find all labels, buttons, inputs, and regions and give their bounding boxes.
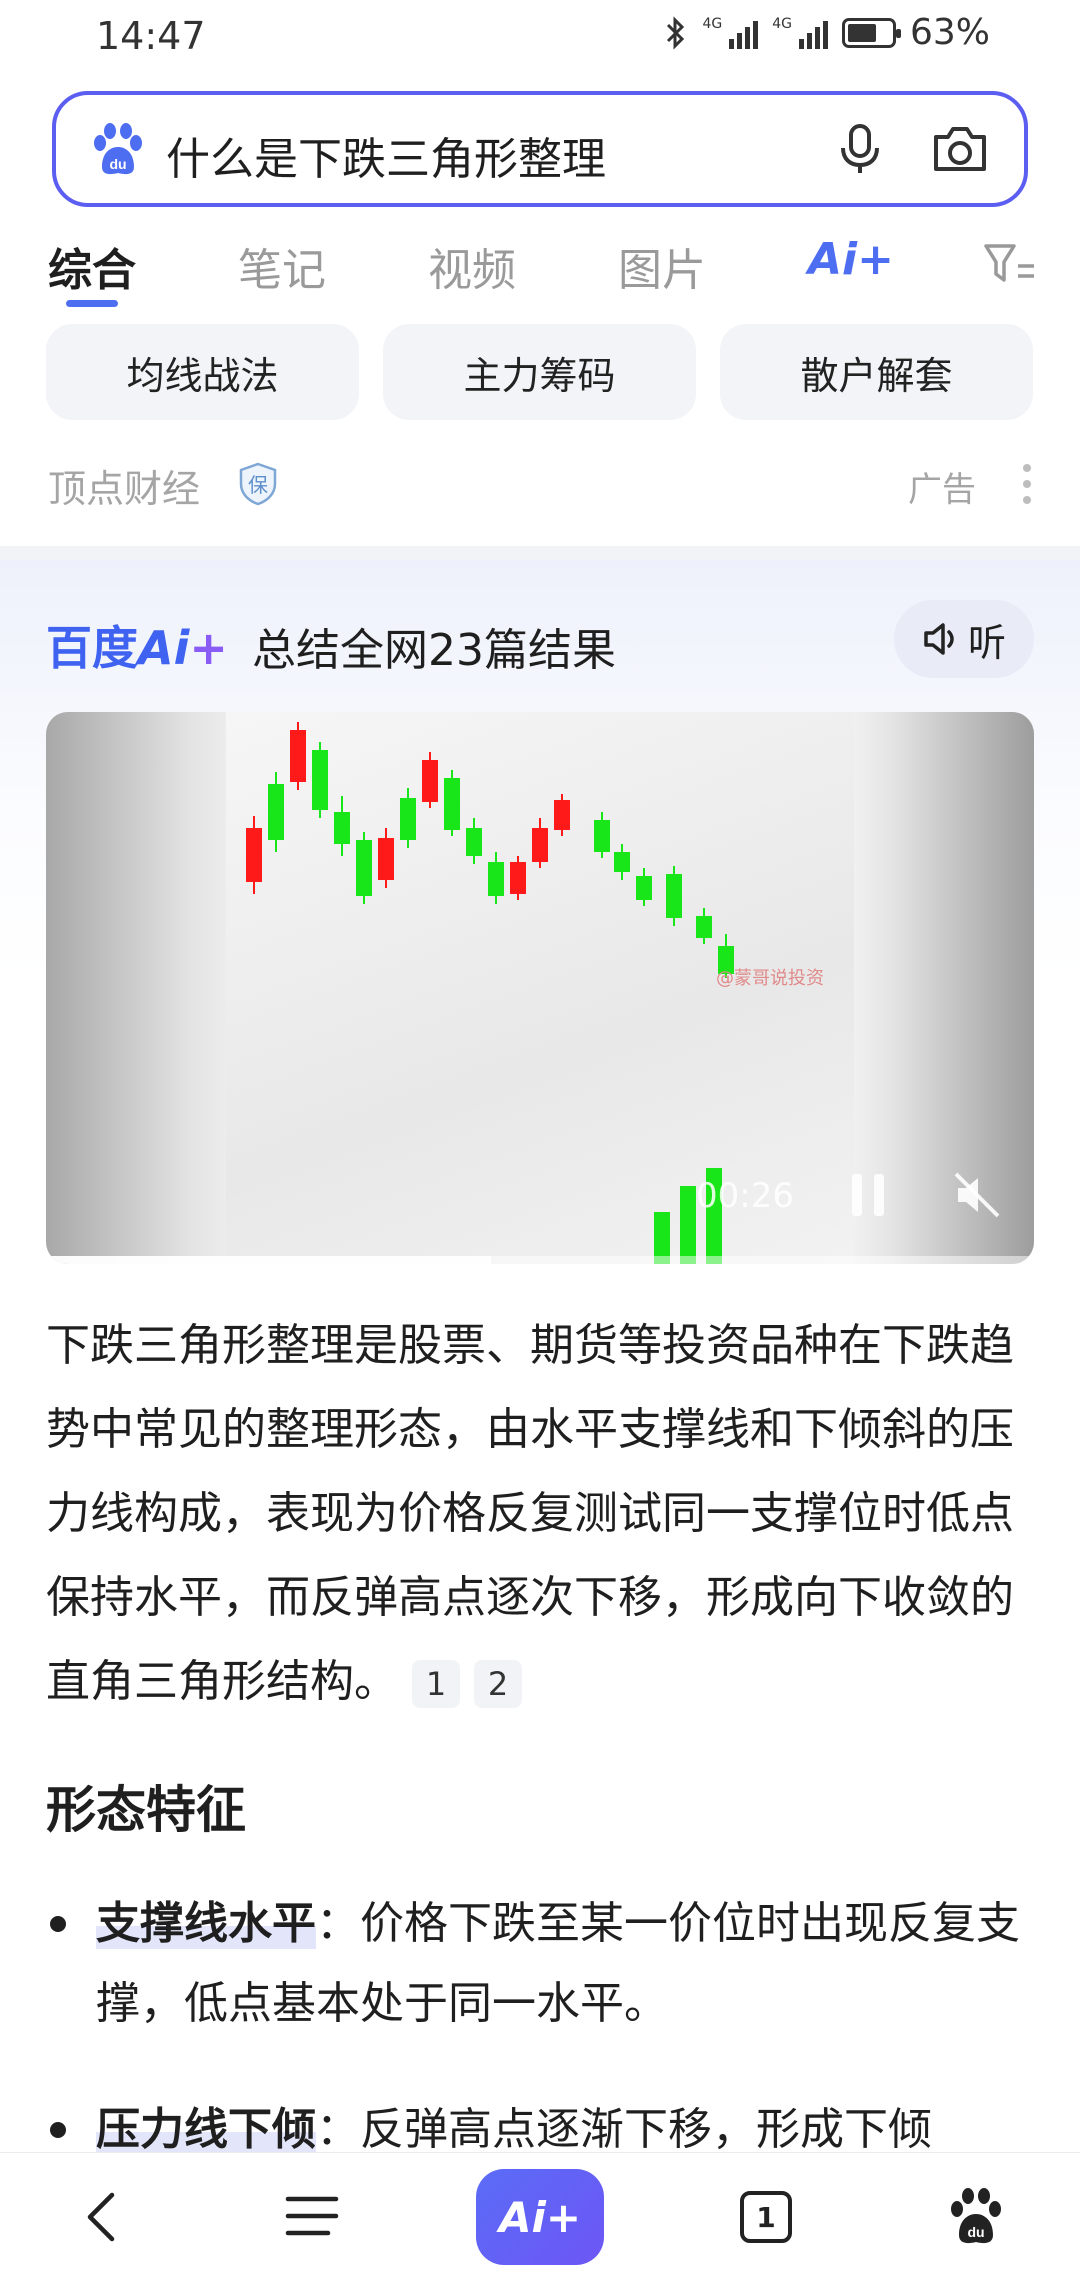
bullet-separator: ：	[316, 1898, 360, 1949]
video-player[interactable]: @蒙哥说投资 00:26	[46, 712, 1034, 1264]
answer-paragraph: 下跌三角形整理是股票、期货等投资品种在下跌趋势中常见的整理形态，由水平支撑线和下…	[46, 1304, 1036, 1724]
candle-body	[696, 916, 712, 938]
listen-button[interactable]: 听	[894, 600, 1034, 678]
tab-video[interactable]: 视频	[428, 234, 516, 298]
mute-icon[interactable]	[952, 1170, 1002, 1220]
answer-text: 下跌三角形整理是股票、期货等投资品种在下跌趋势中常见的整理形态，由水平支撑线和下…	[46, 1320, 1014, 1707]
candle-body	[488, 862, 504, 896]
status-time: 14:47	[96, 14, 206, 58]
signal-icon: 4G	[772, 17, 828, 49]
candle-body	[422, 760, 438, 802]
ai-assistant-button[interactable]: Ai+	[476, 2169, 604, 2265]
bullet-term: 支撑线水平	[96, 1898, 316, 1949]
candle-body	[400, 798, 416, 840]
candle-body	[378, 838, 394, 880]
suggestion-chip[interactable]: 主力筹码	[383, 324, 696, 420]
tabs-count-button[interactable]: 1	[740, 2191, 792, 2243]
microphone-icon[interactable]	[832, 121, 888, 177]
list-item: 支撑线水平：价格下跌至某一价位时出现反复支撑，低点基本处于同一水平。	[46, 1884, 1036, 2044]
signal-icon: 4G	[702, 15, 759, 49]
candle-body	[532, 828, 548, 862]
candle-body	[312, 750, 328, 810]
bullet-text: 反弹高点逐渐下移，形成下倾	[360, 2104, 932, 2155]
candle-body	[246, 828, 262, 882]
tab-all[interactable]: 综合	[48, 234, 136, 298]
bottom-nav: Ai+ 1 du	[0, 2152, 1080, 2280]
video-progress-bar[interactable]	[46, 1256, 1034, 1264]
ad-source[interactable]: 顶点财经	[48, 458, 200, 513]
candle-body	[636, 876, 652, 900]
candle-body	[554, 800, 570, 830]
guarantee-badge-icon: 保	[239, 462, 277, 506]
bullet-dot	[50, 2122, 66, 2138]
network-type-2: 4G	[772, 15, 792, 32]
camera-icon[interactable]	[930, 121, 990, 177]
ai-brand-ai: Ai	[138, 621, 190, 675]
ai-brand-star: +	[189, 621, 228, 675]
listen-label: 听	[967, 620, 1006, 665]
filter-icon[interactable]	[982, 240, 1038, 288]
candle-body	[290, 730, 306, 782]
status-bar: 14:47 4G 4G 63%	[0, 0, 1080, 76]
ad-label: 广告	[908, 470, 976, 510]
candle-body	[444, 778, 460, 830]
baidu-home-icon[interactable]: du	[946, 2185, 1006, 2247]
tab-images[interactable]: 图片	[618, 234, 706, 298]
video-watermark: @蒙哥说投资	[716, 968, 824, 989]
candle-body	[594, 820, 610, 852]
speaker-icon	[924, 623, 954, 655]
ai-brand-prefix: 百度	[46, 621, 138, 675]
active-tab-indicator	[66, 300, 118, 307]
section-title: 形态特征	[46, 1781, 246, 1839]
candle-body	[268, 784, 284, 840]
svg-text:du: du	[967, 2224, 984, 2240]
search-input[interactable]: 什么是下跌三角形整理	[166, 123, 606, 187]
search-tabs: 综合 笔记 视频 图片 Ai+	[48, 234, 1038, 314]
citation-badge[interactable]: 1	[412, 1660, 460, 1708]
baidu-paw-icon: du	[94, 123, 142, 175]
citation-badge[interactable]: 2	[474, 1660, 522, 1708]
guarantee-badge-text: 保	[248, 473, 268, 497]
pause-icon[interactable]	[846, 1170, 890, 1220]
more-options-icon[interactable]	[1022, 464, 1032, 504]
candle-body	[334, 812, 350, 844]
candle-body	[466, 828, 482, 856]
candle-body	[666, 874, 682, 918]
svg-text:du: du	[109, 156, 126, 172]
candle-body	[614, 852, 630, 872]
bullet-separator: ：	[316, 2104, 360, 2155]
battery-percent: 63%	[909, 12, 990, 53]
section-separator	[0, 546, 1080, 560]
back-icon[interactable]	[78, 2189, 122, 2245]
tab-notes[interactable]: 笔记	[238, 234, 326, 298]
candle-body	[510, 862, 526, 894]
volume-bar	[680, 1186, 696, 1264]
status-icons: 4G 4G 63%	[664, 12, 990, 53]
ai-brand-logo: 百度Ai+	[46, 612, 228, 678]
bullet-dot	[50, 1916, 66, 1932]
bullet-term: 压力线下倾	[96, 2104, 316, 2155]
suggestion-chip[interactable]: 均线战法	[46, 324, 359, 420]
video-progress-fill	[46, 1256, 491, 1264]
search-box[interactable]: du 什么是下跌三角形整理	[52, 91, 1028, 207]
bluetooth-icon	[667, 15, 685, 50]
candle-body	[356, 840, 372, 896]
video-time: 00:26	[696, 1176, 794, 1216]
suggestion-chip[interactable]: 散户解套	[720, 324, 1033, 420]
battery-icon	[841, 17, 901, 48]
network-type-1: 4G	[702, 15, 723, 32]
menu-icon[interactable]	[284, 2193, 340, 2239]
ai-summary-title: 总结全网23篇结果	[252, 625, 616, 676]
tab-ai[interactable]: Ai+	[808, 234, 894, 285]
